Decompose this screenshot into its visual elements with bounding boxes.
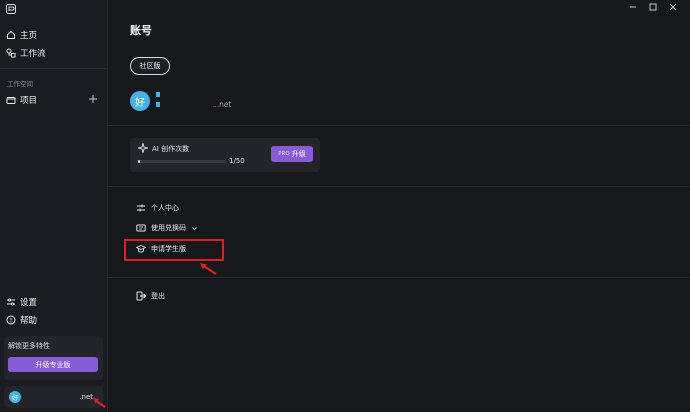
logout-label: 登出 xyxy=(151,292,165,300)
logout-icon xyxy=(136,291,146,301)
quota-progress-bar xyxy=(138,160,226,163)
sparkle-icon xyxy=(138,143,148,153)
settings-sliders-icon xyxy=(7,298,15,306)
annotation-arrow-icon xyxy=(93,398,106,408)
menu-redeem-code-label: 使用兑换码 xyxy=(151,224,186,232)
redacted-email-mark xyxy=(156,102,160,107)
nav-home-label: 主页 xyxy=(20,31,38,41)
user-account-card[interactable]: 好 .net xyxy=(4,386,103,408)
chevron-down-icon xyxy=(192,226,197,230)
sidebar-divider xyxy=(0,68,107,69)
workflow-icon xyxy=(6,48,16,58)
nav-help-label: 帮助 xyxy=(20,316,38,326)
menu-personal-center-label: 个人中心 xyxy=(151,204,179,212)
pro-tag: PRO xyxy=(278,151,290,157)
nav-workflow-label: 工作流 xyxy=(20,49,46,59)
annotation-arrow-icon xyxy=(200,263,217,275)
home-icon xyxy=(7,30,15,39)
minimize-icon[interactable] xyxy=(628,2,638,12)
quota-progress-fill xyxy=(138,160,140,163)
nav-settings-label: 设置 xyxy=(20,298,38,308)
logout-button[interactable]: 登出 xyxy=(136,289,165,303)
ai-quota-card: AI 创作次数 1/50 PRO 升级 xyxy=(130,138,320,172)
profile-email-tail: ...net xyxy=(212,100,232,109)
promo-text: 解锁更多特性 xyxy=(8,342,50,350)
upgrade-button[interactable]: PRO 升级 xyxy=(271,146,313,162)
annotation-highlight-box xyxy=(124,239,224,261)
upgrade-pro-button[interactable]: 升级专业版 xyxy=(8,357,98,372)
nav-projects-label: 项目 xyxy=(20,96,38,106)
main-panel: 账号 社区版 好 ...net AI 创作次数 1/50 PRO 升级 个人中心 xyxy=(108,0,690,412)
upgrade-label: 升级 xyxy=(291,150,306,158)
upgrade-promo-card: 解锁更多特性 升级专业版 xyxy=(4,336,103,380)
ticket-icon xyxy=(136,224,146,232)
app-logo-icon[interactable] xyxy=(6,4,16,14)
folder-icon xyxy=(6,97,16,104)
user-email-tail: .net xyxy=(79,393,93,401)
profile-avatar: 好 xyxy=(130,91,150,111)
close-icon[interactable] xyxy=(668,2,678,12)
page-title: 账号 xyxy=(130,24,152,37)
menu-redeem-code[interactable]: 使用兑换码 xyxy=(136,221,198,235)
sliders-icon xyxy=(137,204,145,212)
nav-projects[interactable]: 项目 xyxy=(6,93,37,107)
maximize-icon[interactable] xyxy=(648,2,658,12)
redacted-name-mark xyxy=(156,92,160,97)
main-divider xyxy=(108,277,690,278)
avatar: 好 xyxy=(9,391,21,403)
main-divider xyxy=(108,125,690,126)
nav-settings[interactable]: 设置 xyxy=(6,295,37,309)
nav-home[interactable]: 主页 xyxy=(6,28,37,42)
workspace-section-label: 工作空间 xyxy=(7,80,33,88)
nav-workflow[interactable]: 工作流 xyxy=(6,46,46,60)
help-circle-icon xyxy=(6,315,16,325)
menu-personal-center[interactable]: 个人中心 xyxy=(136,201,179,215)
add-project-plus-icon[interactable] xyxy=(88,94,98,104)
nav-help[interactable]: 帮助 xyxy=(6,313,37,327)
main-divider xyxy=(108,186,690,187)
quota-count: 1/50 xyxy=(229,157,245,165)
quota-label: AI 创作次数 xyxy=(152,145,190,153)
sidebar: 主页 工作流 工作空间 项目 设置 帮助 解锁更多特性 升级专业版 好 .net xyxy=(0,0,108,412)
edition-badge[interactable]: 社区版 xyxy=(130,57,170,75)
